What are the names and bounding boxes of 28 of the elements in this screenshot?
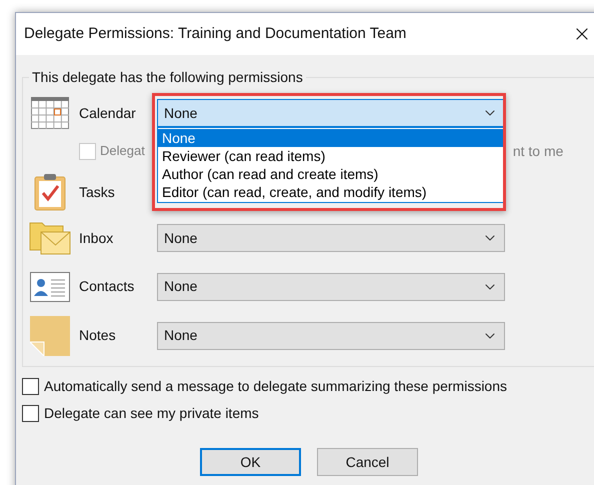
checkbox[interactable]: [22, 405, 39, 422]
permission-dropdown[interactable]: None: [157, 272, 505, 300]
dropdown-option[interactable]: Reviewer (can read items): [158, 147, 504, 165]
permission-dropdown[interactable]: None: [157, 322, 505, 350]
dropdown-option[interactable]: None: [158, 129, 504, 147]
permission-label: Notes: [78, 326, 117, 345]
dialog-button[interactable]: Cancel: [317, 448, 418, 476]
window-title: Delegate Permissions: Training and Documentation Team: [24, 24, 408, 44]
dropdown-option[interactable]: Author (can read and create items): [158, 165, 504, 183]
permission-label: Tasks: [78, 182, 116, 202]
sticky-note-icon: [30, 316, 70, 356]
group-legend: This delegate has the following permissions: [29, 67, 306, 88]
checkbox-label: Automatically send a message to delegate summarizing these permissions: [44, 377, 508, 396]
permission-label: Inbox: [78, 228, 114, 248]
clipboard-icon: [34, 173, 66, 211]
contact-card-icon: [30, 272, 70, 302]
permission-dropdown[interactable]: None: [157, 224, 505, 252]
dropdown-option[interactable]: Editor (can read, create, and modify items): [158, 183, 504, 201]
folder-envelope-icon: [29, 220, 71, 256]
permission-label: Contacts: [78, 277, 136, 296]
checkbox-label: Delegate can see my private items: [44, 404, 259, 423]
permission-label: Calendar: [78, 104, 137, 122]
dialog-button[interactable]: OK: [200, 448, 301, 476]
checkbox-label: Delegat: [100, 142, 145, 160]
calendar-icon: [31, 97, 69, 129]
checkbox[interactable]: [22, 378, 39, 395]
checkbox-label: nt to me: [512, 142, 564, 160]
permission-dropdown[interactable]: None: [157, 99, 505, 127]
